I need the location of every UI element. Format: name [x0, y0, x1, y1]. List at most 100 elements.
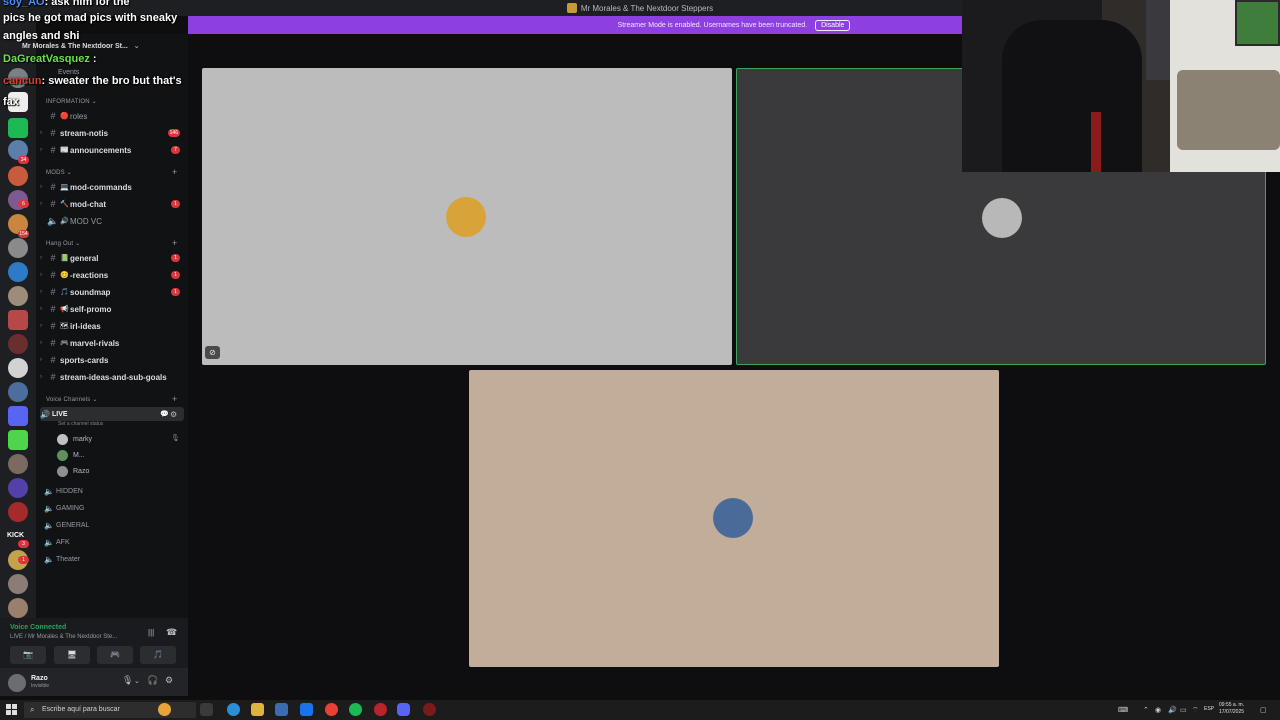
kick-server-icon[interactable]: KICK — [7, 532, 24, 539]
voice-user[interactable]: M... — [57, 448, 85, 462]
channel-announcements[interactable]: › # 📰 announcements 7 — [40, 143, 184, 157]
gear-icon[interactable]: ⚙ — [165, 675, 173, 686]
server-icon[interactable] — [8, 286, 28, 306]
channel-reactions[interactable]: › # 😊 -reactions 1 — [40, 268, 184, 282]
channel-status[interactable]: Set a channel status — [58, 421, 103, 427]
chat-bubble-icon[interactable]: 💬 — [160, 410, 169, 418]
voice-channel-afk[interactable]: 🔈 AFK — [44, 535, 184, 549]
avatar — [446, 197, 486, 237]
language-indicator[interactable]: ESP — [1204, 706, 1214, 712]
file-explorer-icon[interactable] — [251, 703, 264, 716]
edge-browser-icon[interactable] — [227, 703, 240, 716]
network-icon[interactable]: ◉ — [1155, 706, 1161, 714]
disconnect-icon[interactable]: ☎ — [166, 627, 177, 638]
voice-user[interactable]: Razo — [57, 464, 89, 478]
noise-suppression-icon[interactable]: ||| — [148, 628, 154, 637]
category-mods[interactable]: MODS ⌄ + — [46, 167, 177, 177]
notifications-icon[interactable]: ▢ — [1260, 706, 1267, 714]
headphones-icon[interactable]: 🎧 — [147, 675, 158, 686]
channel-soundmap[interactable]: › # 🎵 soundmap 1 — [40, 285, 184, 299]
voice-channel-gaming[interactable]: 🔈 GAMING — [44, 501, 184, 515]
voice-connection-location[interactable]: LIVE / Mr Morales & The Nextdoor Ste... — [10, 634, 117, 640]
search-highlight-icon[interactable] — [158, 703, 171, 716]
participant-tile[interactable] — [202, 68, 732, 365]
channel-name: marvel-rivals — [70, 338, 120, 348]
chrome-icon[interactable] — [325, 703, 338, 716]
mention-badge: 1 — [171, 271, 180, 279]
channel-mod-chat[interactable]: › # 🔨 mod-chat 1 — [40, 197, 184, 211]
chat-text: pics he got mad pics with sneaky — [3, 12, 178, 24]
category-information[interactable]: INFORMATION ⌄ — [46, 98, 97, 105]
server-icon[interactable] — [8, 454, 28, 474]
participant-tile[interactable] — [469, 370, 999, 667]
battery-icon[interactable]: ▭ — [1180, 706, 1187, 714]
gear-icon[interactable]: ⚙ — [170, 410, 177, 419]
add-channel-icon[interactable]: + — [172, 167, 177, 177]
activities-button[interactable]: 🎮 — [97, 646, 133, 664]
app-icon[interactable] — [423, 703, 436, 716]
voice-channel-general[interactable]: 🔈 GENERAL — [44, 518, 184, 532]
server-icon[interactable] — [8, 118, 28, 138]
wifi-icon[interactable]: ⌔ — [1192, 706, 1199, 715]
server-icon[interactable] — [8, 358, 28, 378]
server-icon[interactable] — [8, 382, 28, 402]
channel-mod-vc[interactable]: 🔈 🔊 MOD VC — [40, 214, 184, 228]
server-icon[interactable] — [8, 334, 28, 354]
webcam-overlay — [962, 0, 1280, 172]
server-icon[interactable] — [8, 238, 28, 258]
keyboard-icon[interactable]: ⌨ — [1118, 706, 1128, 714]
category-hang-out[interactable]: Hang Out ⌄ + — [46, 238, 177, 248]
voice-user[interactable]: marky — [57, 432, 92, 446]
voice-channel-hidden[interactable]: 🔈 HIDDEN — [44, 484, 184, 498]
disable-streamer-mode-button[interactable]: Disable — [815, 19, 851, 31]
obs-icon[interactable] — [374, 703, 387, 716]
outlook-icon[interactable] — [300, 703, 313, 716]
chevron-up-icon[interactable]: ⌃ — [1143, 706, 1149, 714]
channel-name: general — [70, 253, 99, 263]
voice-channel-live[interactable]: 🔊 LIVE 💬 ⚙ — [40, 407, 184, 421]
windows-start-icon[interactable] — [6, 704, 17, 715]
channel-stream-notis[interactable]: › # stream-notis 146 — [40, 126, 184, 140]
server-header[interactable]: Mr Morales & The Nextdoor St... ⌄ — [22, 42, 140, 50]
avatar[interactable] — [8, 674, 26, 692]
server-icon[interactable] — [8, 598, 28, 618]
category-voice-channels[interactable]: Voice Channels ⌄ + — [46, 394, 177, 404]
speaker-icon: 🔈 — [44, 520, 54, 530]
channel-self-promo[interactable]: › # 📢 self-promo — [40, 302, 184, 316]
server-icon[interactable] — [8, 406, 28, 426]
volume-icon[interactable]: 🔊 — [1168, 706, 1177, 714]
chevron-down-icon[interactable]: ⌄ — [134, 677, 140, 685]
server-icon[interactable] — [8, 430, 28, 450]
voice-connection-status[interactable]: Voice Connected — [10, 624, 66, 631]
add-channel-icon[interactable]: + — [172, 394, 177, 404]
channel-marvel-rivals[interactable]: › # 🎮 marvel-rivals — [40, 336, 184, 350]
discord-app-icon[interactable] — [397, 703, 410, 716]
channel-roles[interactable]: # 🔴 roles — [40, 109, 184, 123]
user-name[interactable]: Razo — [31, 675, 48, 682]
server-icon[interactable] — [8, 502, 28, 522]
soundboard-button[interactable]: 🎵 — [140, 646, 176, 664]
channel-irl-ideas[interactable]: › # 🗺 irl-ideas — [40, 319, 184, 333]
screen-share-button[interactable]: 🖥 — [54, 646, 90, 664]
server-icon[interactable] — [8, 310, 28, 330]
server-icon[interactable] — [8, 574, 28, 594]
camera-off-button[interactable]: 📷 — [10, 646, 46, 664]
microphone-icon[interactable]: 🎙 — [122, 675, 133, 686]
chat-text: : sweater the bro but that's — [41, 75, 182, 87]
channel-general[interactable]: › # 📗 general 1 — [40, 251, 184, 265]
server-icon[interactable] — [8, 478, 28, 498]
mention-badge: 146 — [167, 129, 180, 137]
spotify-icon[interactable] — [349, 703, 362, 716]
channel-mod-commands[interactable]: › # 💻 mod-commands — [40, 180, 184, 194]
server-icon[interactable] — [8, 262, 28, 282]
server-icon[interactable] — [8, 166, 28, 186]
store-icon[interactable] — [275, 703, 288, 716]
channel-name: stream-ideas-and-sub-goals — [60, 372, 167, 382]
task-view-icon[interactable] — [200, 703, 213, 716]
channel-sports-cards[interactable]: › # sports-cards — [40, 353, 184, 367]
add-channel-icon[interactable]: + — [172, 238, 177, 248]
channel-stream-ideas[interactable]: › # stream-ideas-and-sub-goals — [40, 370, 184, 384]
voice-channel-theater[interactable]: 🔈 Theater — [44, 552, 184, 566]
avatar — [982, 198, 1022, 238]
clock[interactable]: 09:55 a. m. 17/07/2025 — [1219, 702, 1244, 716]
